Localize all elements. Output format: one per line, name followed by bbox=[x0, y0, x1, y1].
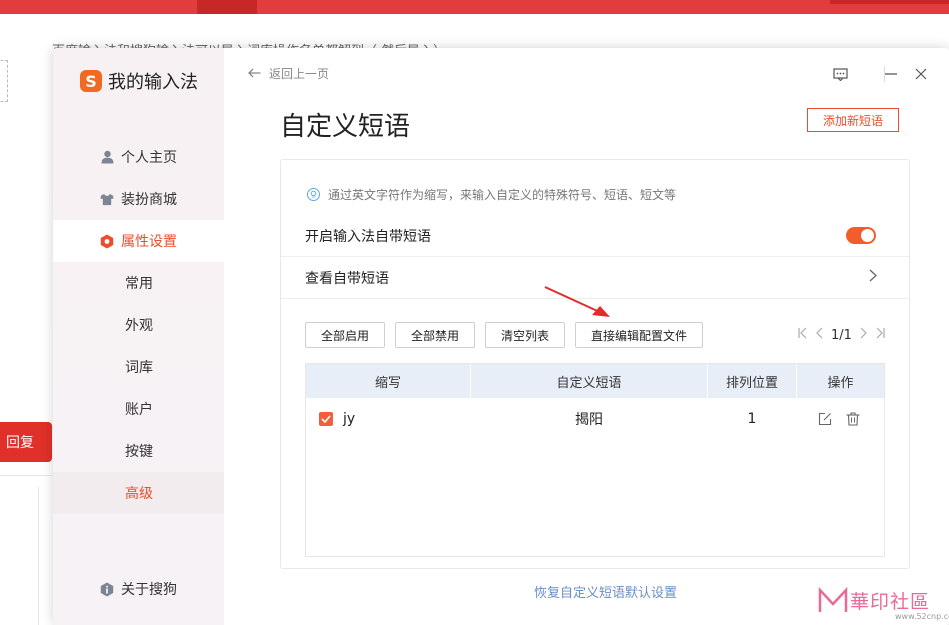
column-header-phrase: 自定义短语 bbox=[556, 375, 622, 391]
user-icon bbox=[100, 150, 114, 164]
page-indicator: 1/1 bbox=[831, 327, 852, 343]
settings-hex-icon bbox=[100, 234, 114, 248]
row-phrase: 揭阳 bbox=[575, 412, 603, 428]
background-top-tab-right bbox=[830, 0, 949, 4]
column-header-actions: 操作 bbox=[827, 375, 854, 391]
chevron-right-icon bbox=[869, 269, 877, 286]
phrase-settings-card: 通过英文字符作为缩写，来输入自定义的特殊符号、短语、短文等 开启输入法自带短语 … bbox=[280, 159, 910, 569]
background-divider-vertical bbox=[38, 487, 39, 625]
app-logo: S 我的输入法 bbox=[80, 68, 198, 94]
back-link[interactable]: 返回上一页 bbox=[248, 65, 329, 82]
sidebar-item-settings[interactable]: 属性设置 bbox=[53, 220, 224, 262]
edit-icon[interactable] bbox=[814, 398, 836, 440]
row-checkbox[interactable] bbox=[319, 412, 333, 426]
pagination: 1/1 bbox=[795, 327, 888, 343]
sidebar-subitem-dictionary[interactable]: 词库 bbox=[53, 346, 224, 388]
close-icon[interactable] bbox=[911, 64, 931, 84]
background-top-bar bbox=[0, 0, 949, 14]
column-header-abbr: 缩写 bbox=[374, 375, 401, 391]
sidebar-subitem-common[interactable]: 常用 bbox=[53, 262, 224, 304]
delete-icon[interactable] bbox=[842, 398, 864, 440]
watermark-logo-icon bbox=[818, 586, 848, 612]
feedback-icon[interactable] bbox=[830, 64, 850, 84]
background-upload-box bbox=[0, 60, 8, 102]
view-row-label: 查看自带短语 bbox=[305, 270, 389, 287]
first-page-icon[interactable] bbox=[795, 327, 811, 343]
clear-list-button[interactable]: 清空列表 bbox=[485, 322, 565, 348]
sogou-logo-icon: S bbox=[80, 70, 102, 92]
info-icon bbox=[100, 582, 114, 596]
next-page-icon[interactable] bbox=[856, 327, 872, 343]
toggle-knob bbox=[861, 229, 874, 242]
builtin-phrase-toggle-row: 开启输入法自带短语 bbox=[281, 215, 909, 256]
page-title: 自定义短语 bbox=[280, 112, 411, 142]
edit-config-file-button[interactable]: 直接编辑配置文件 bbox=[575, 322, 703, 348]
restore-defaults-link[interactable]: 恢复自定义短语默认设置 bbox=[534, 582, 677, 601]
row-position: 1 bbox=[747, 411, 757, 427]
sidebar-item-label: 装扮商城 bbox=[121, 192, 177, 208]
sidebar-item-about[interactable]: 关于搜狗 bbox=[53, 568, 224, 610]
background-divider bbox=[0, 475, 52, 476]
sidebar-item-label: 关于搜狗 bbox=[121, 582, 177, 598]
last-page-icon[interactable] bbox=[872, 327, 888, 343]
sidebar-subitem-advanced[interactable]: 高级 bbox=[53, 472, 224, 514]
sidebar-item-store[interactable]: 装扮商城 bbox=[53, 178, 224, 220]
sidebar-subitem-appearance[interactable]: 外观 bbox=[53, 304, 224, 346]
reply-button[interactable]: 回复 bbox=[0, 422, 52, 462]
background-top-tab bbox=[197, 0, 257, 14]
enable-all-button[interactable]: 全部启用 bbox=[305, 322, 385, 348]
annotation-arrow-icon bbox=[544, 286, 610, 317]
prev-page-icon[interactable] bbox=[811, 327, 827, 343]
toggle-row-label: 开启输入法自带短语 bbox=[305, 228, 431, 245]
tip-text: 通过英文字符作为缩写，来输入自定义的特殊符号、短语、短文等 bbox=[328, 188, 677, 202]
shirt-icon bbox=[100, 192, 114, 206]
sidebar-item-label: 个人主页 bbox=[121, 150, 177, 166]
minimize-icon[interactable] bbox=[881, 64, 901, 84]
add-phrase-button[interactable]: 添加新短语 bbox=[807, 108, 899, 132]
back-label: 返回上一页 bbox=[269, 67, 330, 81]
main-panel: 返回上一页 自定义短语 添加新短语 通过英文字符作为缩写，来输入自定义的特殊符号… bbox=[224, 48, 949, 625]
sidebar: S 我的输入法 个人主页 装扮商城 属性设置 常用 外观 词库 账户 按键 高级 bbox=[53, 48, 224, 625]
table-header: 缩写 自定义短语 排列位置 操作 bbox=[306, 364, 884, 398]
sidebar-item-profile[interactable]: 个人主页 bbox=[53, 136, 224, 178]
builtin-phrase-toggle[interactable] bbox=[846, 227, 876, 244]
row-abbr: jy bbox=[343, 411, 356, 427]
app-name: 我的输入法 bbox=[108, 72, 198, 93]
column-header-position: 排列位置 bbox=[725, 375, 778, 391]
sidebar-subitem-keys[interactable]: 按键 bbox=[53, 430, 224, 472]
watermark-url: www.52cnp.com bbox=[895, 612, 949, 621]
watermark-text: 華印社區 bbox=[850, 590, 931, 613]
tip-line: 通过英文字符作为缩写，来输入自定义的特殊符号、短语、短文等 bbox=[307, 186, 676, 203]
table-row-abbr-cell: jy bbox=[319, 398, 355, 440]
phrase-table: 缩写 自定义短语 排列位置 操作 jy 揭阳 1 bbox=[305, 363, 885, 557]
sidebar-subitem-account[interactable]: 账户 bbox=[53, 388, 224, 430]
arrow-left-icon bbox=[248, 66, 261, 82]
settings-window: S 我的输入法 个人主页 装扮商城 属性设置 常用 外观 词库 账户 按键 高级 bbox=[53, 48, 949, 625]
lightbulb-icon bbox=[307, 188, 320, 201]
disable-all-button[interactable]: 全部禁用 bbox=[395, 322, 475, 348]
sidebar-item-label: 属性设置 bbox=[121, 234, 177, 250]
